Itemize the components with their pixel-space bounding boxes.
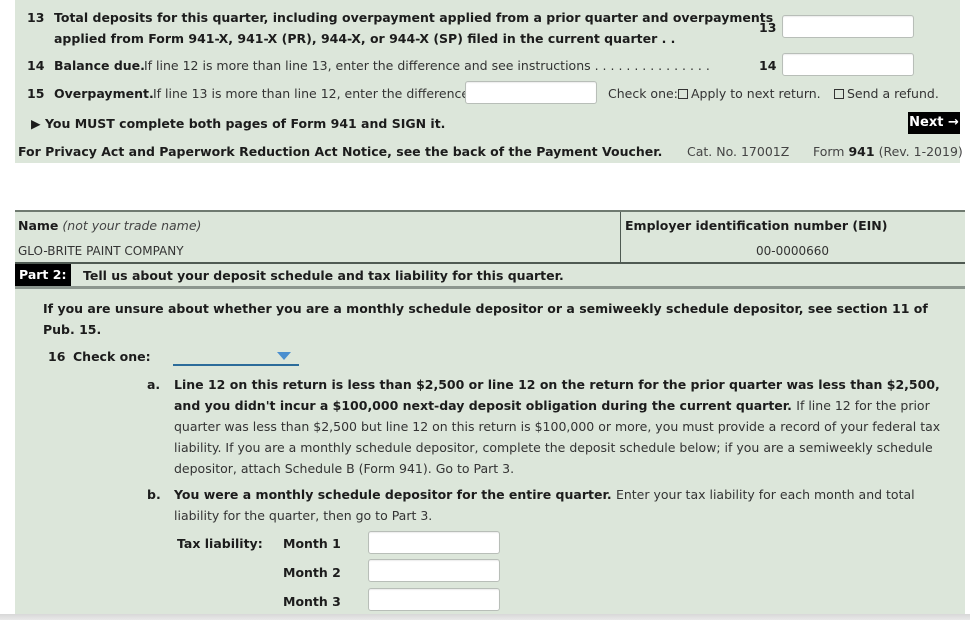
line14-input[interactable] <box>782 53 914 76</box>
month3-input[interactable] <box>368 588 500 611</box>
send-refund-checkbox[interactable] <box>834 89 844 99</box>
next-button[interactable]: Next → <box>908 112 960 134</box>
option-b-text: You were a monthly schedule depositor fo… <box>174 487 915 523</box>
line14-number: 14 <box>27 58 45 73</box>
part2-header: Part 2: Tell us about your deposit sched… <box>15 264 965 289</box>
line16-number: 16 <box>48 349 66 364</box>
line13-text-1: Total deposits for this quarter, includi… <box>54 10 774 25</box>
ein-divider <box>620 212 621 264</box>
apply-to-next-return-option[interactable]: Apply to next return. <box>678 86 821 101</box>
form-rev: (Rev. 1-2019) <box>878 144 963 159</box>
line14-text: If line 12 is more than line 13, enter t… <box>144 58 710 73</box>
apply-to-next-return-checkbox[interactable] <box>678 89 688 99</box>
chevron-down-icon[interactable] <box>277 352 291 360</box>
option-b-letter: b. <box>147 487 161 502</box>
line16-dropdown[interactable] <box>173 350 299 366</box>
part2-tag: Part 2: <box>15 264 71 286</box>
privacy-notice: For Privacy Act and Paperwork Reduction … <box>18 144 663 159</box>
line14-title: Balance due. <box>54 58 145 73</box>
name-ein-header: Name (not your trade name) GLO-BRITE PAI… <box>15 212 965 264</box>
form-number: 941 <box>848 144 875 159</box>
month2-input[interactable] <box>368 559 500 582</box>
line13-input[interactable] <box>782 15 914 38</box>
must-complete-notice: ▶ You MUST complete both pages of Form 9… <box>31 116 446 131</box>
month2-label: Month 2 <box>283 565 341 580</box>
line14-field-label: 14 <box>759 58 777 73</box>
form-page2-section: Name (not your trade name) GLO-BRITE PAI… <box>15 210 965 620</box>
tax-liability-label: Tax liability: <box>177 536 263 551</box>
form-page1-footer-section: 13 Total deposits for this quarter, incl… <box>15 0 963 163</box>
ein-label: Employer identification number (EIN) <box>625 218 888 233</box>
line13-text-2: applied from Form 941-X, 941-X (PR), 944… <box>54 31 676 46</box>
part2-intro: If you are unsure about whether you are … <box>43 301 928 337</box>
option-a-text: Line 12 on this return is less than $2,5… <box>174 377 941 476</box>
line13-number: 13 <box>27 10 45 25</box>
line13-field-label: 13 <box>759 20 777 35</box>
apply-to-next-return-label: Apply to next return. <box>691 86 821 101</box>
line15-number: 15 <box>27 86 45 101</box>
send-refund-label: Send a refund. <box>847 86 939 101</box>
cat-number: Cat. No. 17001Z <box>687 144 790 159</box>
part2-title: Tell us about your deposit schedule and … <box>83 268 564 283</box>
name-value: GLO-BRITE PAINT COMPANY <box>18 244 184 258</box>
month1-input[interactable] <box>368 531 500 554</box>
ein-value: 00-0000660 <box>756 244 830 258</box>
option-a-letter: a. <box>147 377 161 392</box>
line15-input[interactable] <box>465 81 597 104</box>
month1-label: Month 1 <box>283 536 341 551</box>
send-refund-option[interactable]: Send a refund. <box>834 86 939 101</box>
line15-text: If line 13 is more than line 12, enter t… <box>153 86 470 101</box>
month3-label: Month 3 <box>283 594 341 609</box>
name-label: Name (not your trade name) <box>18 218 202 233</box>
form-revision: Form 941 (Rev. 1-2019) <box>813 144 963 159</box>
line16-label: Check one: <box>73 349 151 364</box>
horizontal-scrollbar[interactable] <box>0 614 970 620</box>
line15-title: Overpayment. <box>54 86 154 101</box>
form-prefix: Form <box>813 144 845 159</box>
line15-check-one-label: Check one: <box>608 86 678 101</box>
